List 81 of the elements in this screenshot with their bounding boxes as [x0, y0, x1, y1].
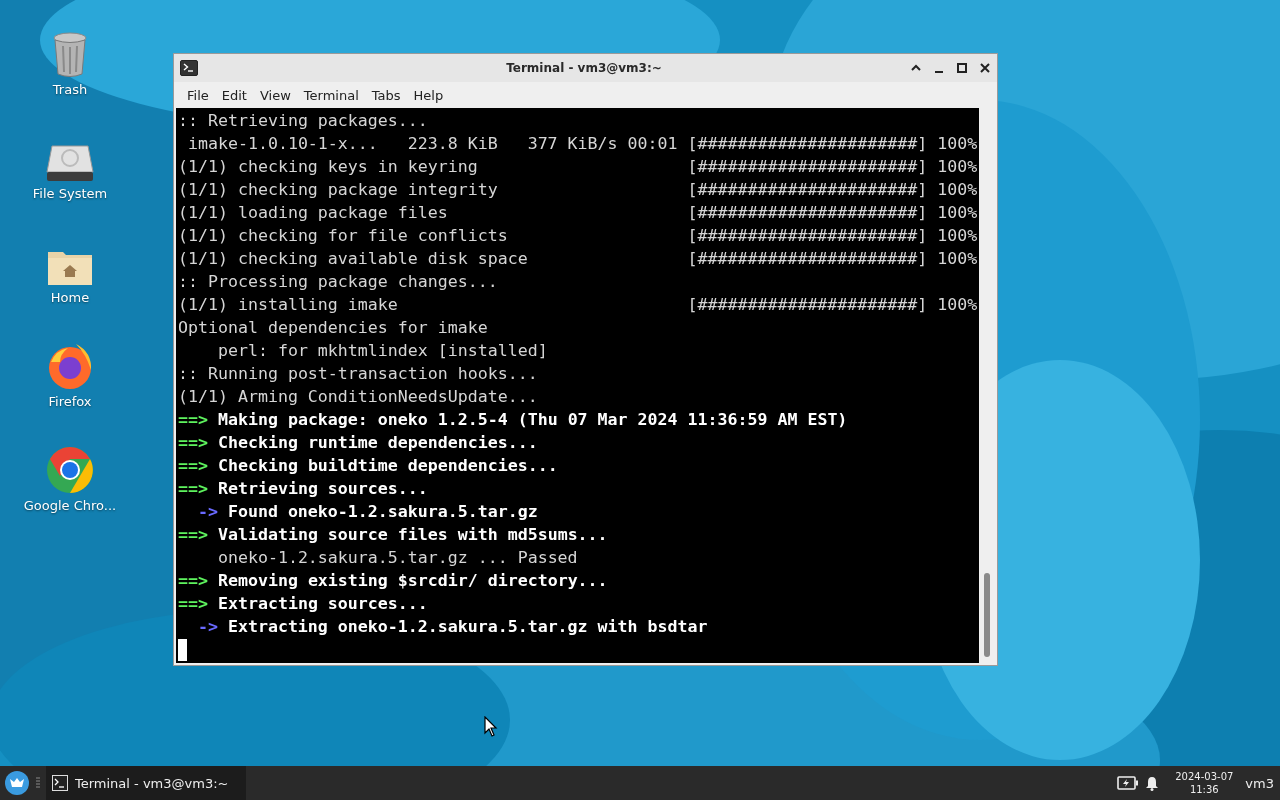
taskbar-button[interactable]: Terminal - vm3@vm3:~: [46, 766, 246, 800]
download-time: 00:01: [627, 133, 679, 155]
desktop-icon-label[interactable]: Trash: [52, 82, 88, 97]
terminal-line: Found oneko-1.2.sakura.5.tar.gz: [227, 501, 538, 523]
terminal-line: :: Running post-transaction hooks...: [178, 363, 538, 385]
terminal-line: (1/1) checking available disk space: [178, 248, 529, 270]
menu-item[interactable]: Help: [410, 87, 451, 103]
desktop-icon-label[interactable]: Home: [50, 290, 90, 305]
terminal-line: Extracting oneko-1.2.sakura.5.tar.gz with bsdtar: [227, 616, 708, 638]
terminal-line: Optional dependencies for imake: [178, 317, 488, 339]
progress-bar-text: [######################]: [687, 179, 929, 201]
terminal-line: Extracting sources...: [217, 593, 428, 615]
substep-marker: ->: [197, 501, 218, 523]
step-marker: ==>: [178, 570, 208, 592]
app-menu-icon[interactable]: [4, 770, 30, 796]
terminal-line: Validating source files with md5sums...: [217, 524, 608, 546]
desktop-icon-label[interactable]: File System: [32, 186, 108, 201]
progress-percent: 100%: [937, 225, 978, 247]
desktop-icon-label[interactable]: Google Chro...: [23, 498, 117, 513]
download-size: 223.8 KiB: [407, 133, 499, 155]
user-name[interactable]: vm3: [1245, 775, 1274, 791]
terminal-line: Removing existing $srcdir/ directory...: [217, 570, 608, 592]
progress-bar-text: [######################]: [687, 202, 929, 224]
step-marker: ==>: [178, 593, 208, 615]
terminal-line: (1/1) Arming ConditionNeedsUpdate...: [178, 386, 538, 408]
terminal-line: Checking runtime dependencies...: [217, 432, 538, 454]
terminal-line: Checking buildtime dependencies...: [217, 455, 558, 477]
terminal-line: oneko-1.2.sakura.5.tar.gz ... Passed: [217, 547, 578, 569]
hard-drive-icon[interactable]: [46, 144, 94, 182]
terminal-line: :: Processing package changes...: [178, 271, 498, 293]
drag-handle-icon[interactable]: [36, 777, 40, 789]
terminal-line: Retrieving sources...: [217, 478, 428, 500]
progress-percent: 100%: [937, 133, 978, 155]
terminal-icon: [180, 60, 198, 76]
menu-item[interactable]: Tabs: [368, 87, 408, 103]
progress-percent: 100%: [937, 179, 978, 201]
menu-item[interactable]: View: [256, 87, 298, 103]
notification-bell-icon[interactable]: [1145, 775, 1160, 791]
desktop-icon-label[interactable]: Firefox: [48, 394, 92, 409]
clock-time: 11:36: [1189, 783, 1219, 796]
step-marker: ==>: [178, 409, 208, 431]
window-title: Terminal - vm3@vm3:~: [505, 61, 663, 75]
terminal-line: (1/1) loading package files: [178, 202, 449, 224]
scrollbar-thumb[interactable]: [984, 573, 990, 657]
progress-bar-text: [######################]: [687, 294, 929, 316]
progress-bar-text: [######################]: [687, 225, 929, 247]
progress-percent: 100%: [937, 294, 978, 316]
progress-percent: 100%: [937, 248, 978, 270]
step-marker: ==>: [178, 455, 208, 477]
clock-date: 2024-03-07: [1175, 770, 1234, 783]
step-marker: ==>: [178, 478, 208, 500]
progress-percent: 100%: [937, 202, 978, 224]
text-cursor: [178, 639, 187, 661]
step-marker: ==>: [178, 524, 208, 546]
chrome-icon[interactable]: [46, 446, 94, 494]
clock[interactable]: 2024-03-07 11:36: [1175, 770, 1234, 796]
progress-bar-text: [######################]: [687, 133, 929, 155]
progress-bar-text: [######################]: [687, 156, 929, 178]
terminal-line: (1/1) checking keys in keyring: [178, 156, 479, 178]
download-rate: 377 KiB/s: [527, 133, 619, 155]
firefox-icon[interactable]: [46, 342, 94, 390]
battery-charging-icon[interactable]: [1117, 776, 1140, 790]
terminal-line: :: Retrieving packages...: [178, 110, 428, 132]
terminal-line: (1/1) checking for file conflicts: [178, 225, 509, 247]
terminal-line: perl: for mkhtmlindex [installed]: [217, 340, 548, 362]
trash-icon[interactable]: [52, 32, 88, 78]
substep-marker: ->: [197, 616, 218, 638]
maximize-icon[interactable]: [956, 62, 968, 74]
close-icon[interactable]: [979, 62, 991, 74]
terminal-line: (1/1) installing imake: [178, 294, 399, 316]
menu-item[interactable]: Terminal: [300, 87, 366, 103]
terminal-line: Making package: oneko 1.2.5-4 (Thu 07 Mar 2024 11:36:59 AM EST): [217, 409, 848, 431]
terminal-line: (1/1) checking package integrity: [178, 179, 499, 201]
step-marker: ==>: [178, 432, 208, 454]
progress-percent: 100%: [937, 156, 978, 178]
menu-item[interactable]: File: [184, 87, 216, 103]
mouse-pointer-icon: [484, 716, 498, 738]
package-name: imake-1.0.10-1-x...: [188, 133, 379, 155]
terminal-icon: [52, 775, 68, 791]
progress-bar-text: [######################]: [687, 248, 929, 270]
menu-item[interactable]: Edit: [218, 87, 254, 103]
